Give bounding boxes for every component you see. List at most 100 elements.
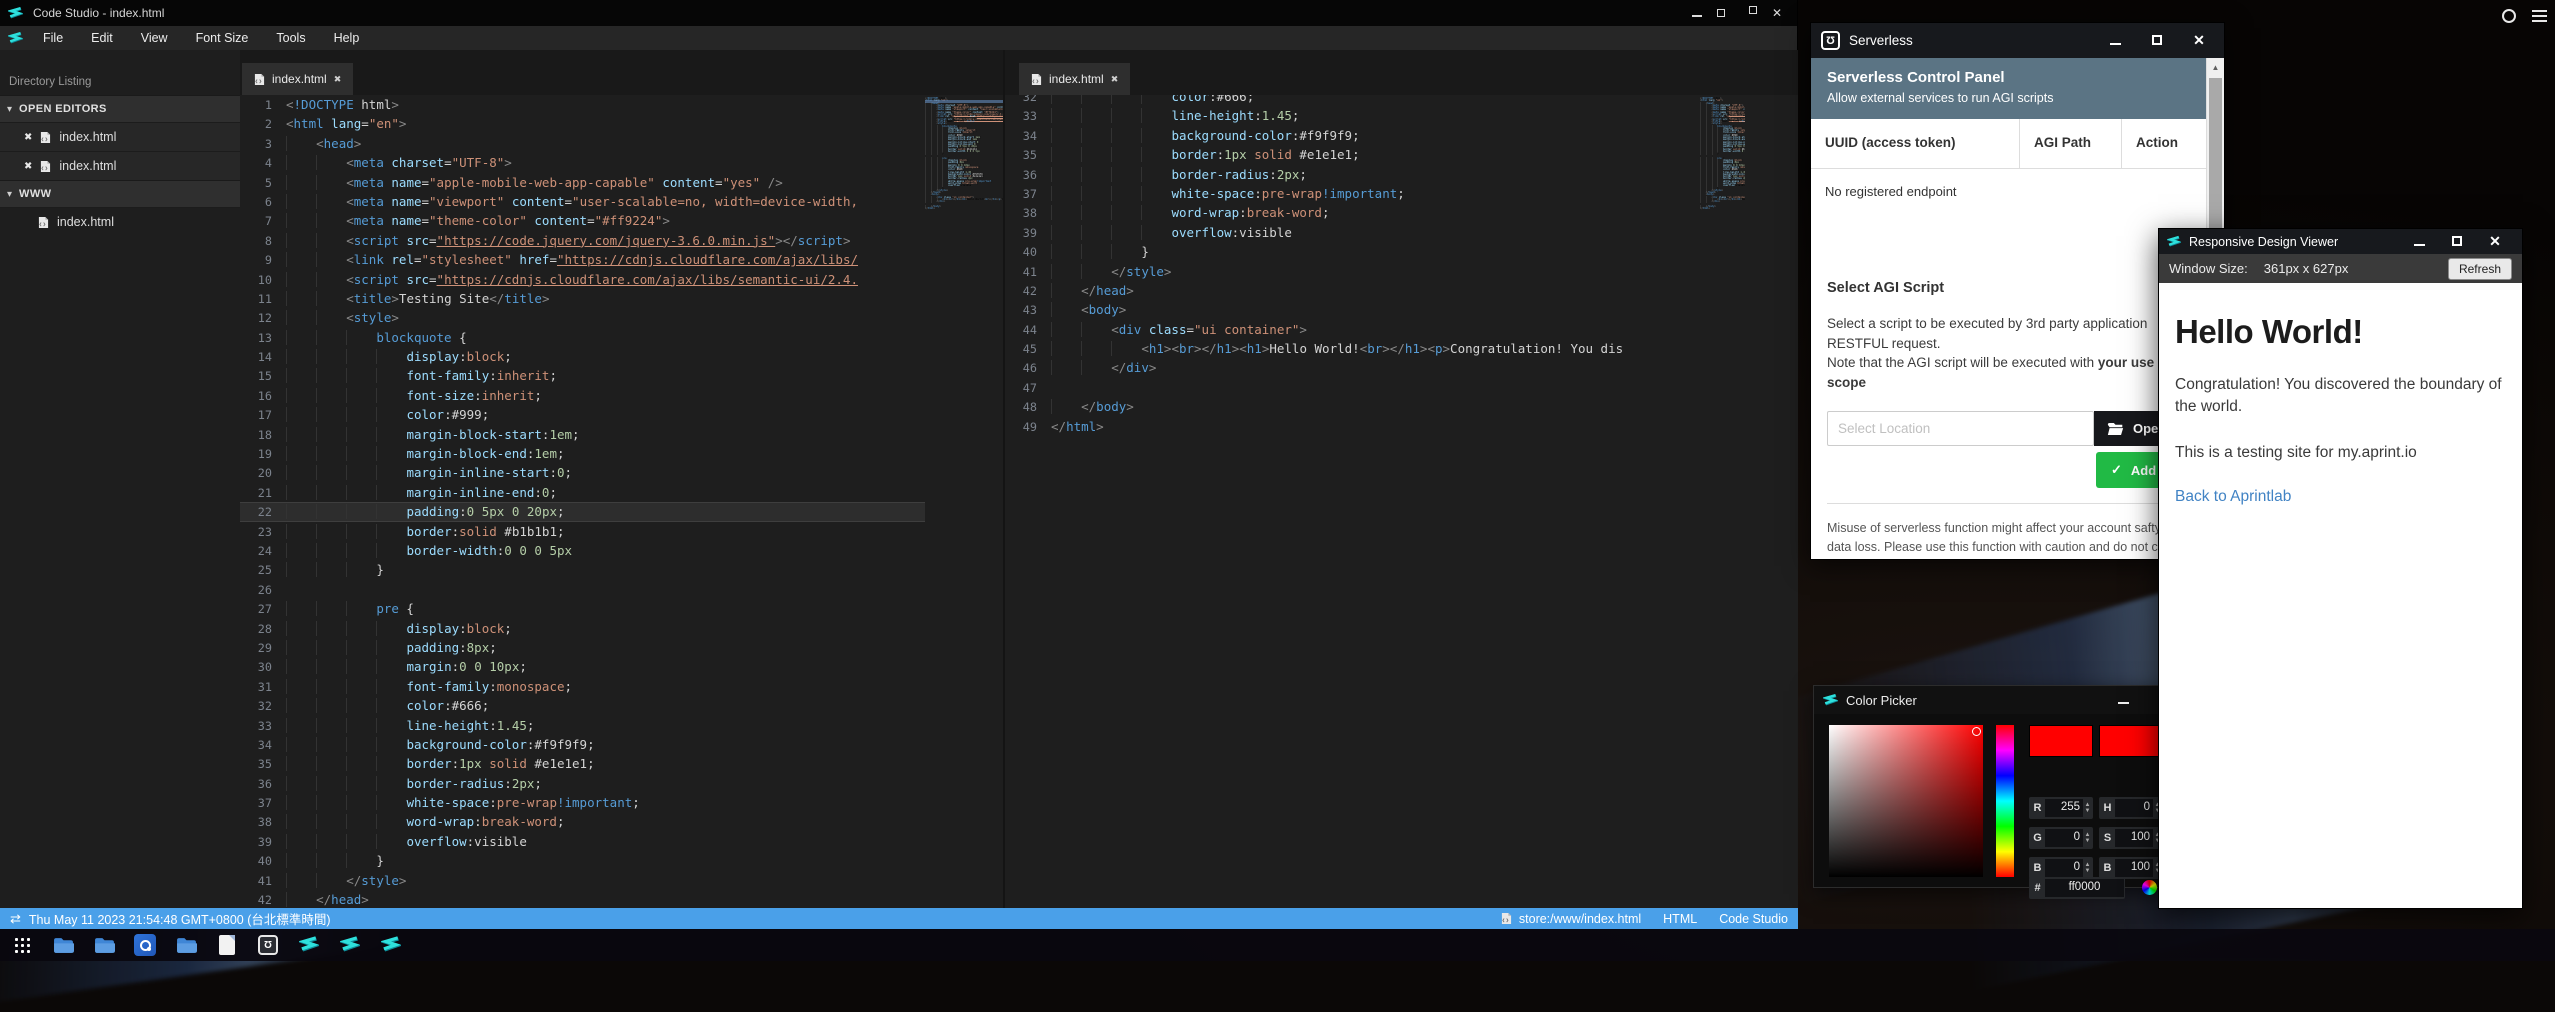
sv-selector[interactable] [1972, 727, 1981, 736]
code-line[interactable]: 35 border:1px solid #e1e1e1; [1005, 145, 1700, 164]
code-line[interactable]: 20 margin-inline-start:0; [240, 463, 925, 482]
sidebar-section-www[interactable]: ▾ WWW [0, 180, 240, 207]
menu-icon[interactable] [2532, 7, 2547, 25]
code-line[interactable]: 41 </style> [1005, 262, 1700, 281]
sidebar-item-index-html[interactable]: ✖ index.html [0, 151, 240, 180]
folder-icon[interactable] [92, 933, 116, 957]
code-line[interactable]: 28 display:block; [240, 619, 925, 638]
close-button[interactable]: ✕ [1757, 6, 1797, 20]
code-line[interactable]: 4 <meta charset="UTF-8"> [240, 153, 925, 172]
code-line[interactable]: 22 padding:0 5px 0 20px; [240, 502, 925, 521]
refresh-button[interactable]: Refresh [2448, 258, 2512, 280]
code-line[interactable]: 34 background-color:#f9f9f9; [1005, 126, 1700, 145]
code-line[interactable]: 34 background-color:#f9f9f9; [240, 735, 925, 754]
code-line[interactable]: 39 overflow:visible [1005, 223, 1700, 242]
color-wheel-icon[interactable] [2142, 880, 2157, 895]
status-language[interactable]: HTML [1663, 912, 1697, 926]
menu-view[interactable]: View [127, 26, 182, 50]
code-studio-icon[interactable] [338, 933, 362, 957]
maximize-button[interactable] [2136, 32, 2178, 50]
code-line[interactable]: 31 font-family:monospace; [240, 677, 925, 696]
minimize-button[interactable] [2400, 233, 2438, 251]
menu-font-size[interactable]: Font Size [182, 26, 263, 50]
title-bar[interactable]: Ʊ Serverless ✕ [1811, 23, 2224, 58]
code-line[interactable]: 37 white-space:pre-wrap!important; [240, 793, 925, 812]
code-line[interactable]: 7 <meta name="theme-color" content="#ff9… [240, 211, 925, 230]
close-icon[interactable]: ✖ [1111, 74, 1119, 85]
code-line[interactable]: 25 } [240, 560, 925, 579]
menu-file[interactable]: File [29, 26, 77, 50]
code-line[interactable]: 36 border-radius:2px; [240, 774, 925, 793]
code-line[interactable]: 39 overflow:visible [240, 832, 925, 851]
code-line[interactable]: 14 display:block; [240, 347, 925, 366]
code-line[interactable]: 12 <style> [240, 308, 925, 327]
close-icon[interactable]: ✖ [24, 132, 32, 143]
code-editor[interactable]: 32 color:#666;33 line-height:1.45;34 bac… [1005, 95, 1700, 908]
code-line[interactable]: 15 font-family:inherit; [240, 366, 925, 385]
back-to-aprintlab-link[interactable]: Back to Aprintlab [2175, 488, 2291, 506]
minimap[interactable]: <!DOCTYPE html><html lang="en"> <head> <… [925, 95, 1003, 908]
close-icon[interactable]: ✖ [24, 161, 32, 172]
restore-button[interactable] [1717, 6, 1757, 20]
code-line[interactable]: 45 <h1><br></h1><h1>Hello World!<br></h1… [1005, 339, 1700, 358]
code-line[interactable]: 10 <script src="https://cdnjs.cloudflare… [240, 270, 925, 289]
code-line[interactable]: 33 line-height:1.45; [240, 716, 925, 735]
sidebar-item-index-html[interactable]: ✖ index.html [0, 122, 240, 151]
code-line[interactable]: 17 color:#999; [240, 405, 925, 424]
code-line[interactable]: 49</html> [1005, 417, 1700, 436]
brightness-field[interactable]: B100▲▼ [2099, 857, 2163, 879]
title-bar[interactable]: Color Picker [1814, 686, 2169, 714]
code-line[interactable]: 30 margin:0 0 10px; [240, 657, 925, 676]
code-line[interactable]: 24 border-width:0 0 0 5px [240, 541, 925, 560]
code-studio-icon[interactable] [379, 933, 403, 957]
minimize-button[interactable] [1677, 6, 1717, 20]
title-bar[interactable]: Code Studio - index.html ✕ [0, 0, 1797, 26]
scroll-up-icon[interactable]: ▲ [2207, 58, 2224, 72]
code-line[interactable]: 5 <meta name="apple-mobile-web-app-capab… [240, 173, 925, 192]
code-line[interactable]: 35 border:1px solid #e1e1e1; [240, 754, 925, 773]
code-line[interactable]: 43 <body> [1005, 300, 1700, 319]
folder-icon[interactable] [51, 933, 75, 957]
code-line[interactable]: 38 word-wrap:break-word; [240, 812, 925, 831]
code-line[interactable]: 47 [1005, 378, 1700, 397]
loading-spinner-icon[interactable] [2502, 9, 2516, 23]
code-line[interactable]: 42 </head> [1005, 281, 1700, 300]
code-line[interactable]: 11 <title>Testing Site</title> [240, 289, 925, 308]
apps-grid-icon[interactable] [10, 933, 34, 957]
tab-index-html[interactable]: index.html ✖ [242, 63, 353, 95]
code-line[interactable]: 16 font-size:inherit; [240, 386, 925, 405]
code-line[interactable]: 33 line-height:1.45; [1005, 106, 1700, 125]
code-line[interactable]: 8 <script src="https://code.jquery.com/j… [240, 231, 925, 250]
tab-index-html[interactable]: index.html ✖ [1019, 63, 1130, 95]
sidebar-section-open-editors[interactable]: ▾ OPEN EDITORS [0, 95, 240, 122]
menu-edit[interactable]: Edit [77, 26, 127, 50]
serverless-app-icon[interactable]: Ʊ [256, 933, 280, 957]
code-line[interactable]: 21 margin-inline-end:0; [240, 483, 925, 502]
close-button[interactable]: ✕ [2178, 32, 2220, 49]
green-field[interactable]: G0▲▼ [2029, 827, 2093, 849]
code-line[interactable]: 1<!DOCTYPE html> [240, 95, 925, 114]
maximize-button[interactable] [2438, 233, 2476, 251]
menu-tools[interactable]: Tools [262, 26, 319, 50]
code-line[interactable]: 9 <link rel="stylesheet" href="https://c… [240, 250, 925, 269]
code-editor[interactable]: 1<!DOCTYPE html>2<html lang="en">3 <head… [240, 95, 925, 908]
code-line[interactable]: 32 color:#666; [240, 696, 925, 715]
code-line[interactable]: 26 [240, 580, 925, 599]
sidebar-item-index-html[interactable]: index.html [0, 207, 240, 236]
close-icon[interactable]: ✖ [334, 74, 342, 85]
minimize-button[interactable] [2094, 32, 2136, 50]
menu-help[interactable]: Help [320, 26, 374, 50]
saturation-value-field[interactable] [1829, 725, 1983, 877]
hue-field[interactable]: H0▲▼ [2099, 797, 2163, 819]
code-line[interactable]: 6 <meta name="viewport" content="user-sc… [240, 192, 925, 211]
minimap[interactable]: <!DOCTYPE html><html lang="en"> <head> <… [1700, 95, 1745, 908]
code-line[interactable]: 37 white-space:pre-wrap!important; [1005, 184, 1700, 203]
code-line[interactable]: 36 border-radius:2px; [1005, 165, 1700, 184]
code-line[interactable]: 48 </body> [1005, 397, 1700, 416]
hex-field[interactable]: #ff0000 [2029, 877, 2125, 899]
code-line[interactable]: 3 <head> [240, 134, 925, 153]
code-line[interactable]: 27 pre { [240, 599, 925, 618]
code-line[interactable]: 44 <div class="ui container"> [1005, 320, 1700, 339]
status-app-name[interactable]: Code Studio [1719, 912, 1788, 926]
title-bar[interactable]: Responsive Design Viewer ✕ [2159, 229, 2522, 254]
